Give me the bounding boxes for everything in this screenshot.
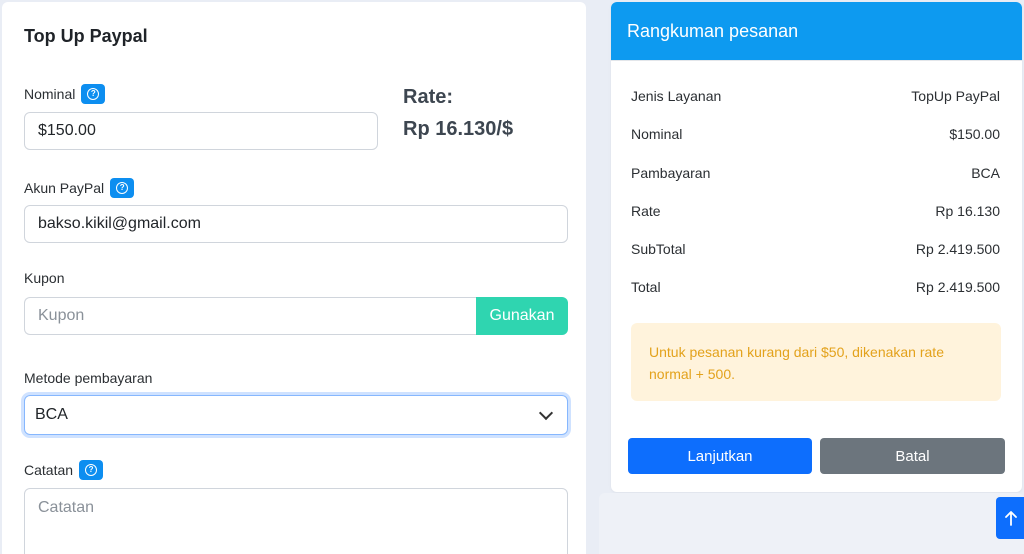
summary-row-value: Rp 2.419.500 (915, 241, 1000, 257)
min-order-alert: Untuk pesanan kurang dari $50, dikenakan… (631, 323, 1001, 401)
summary-row-label: Pambayaran (631, 165, 711, 181)
coupon-label: Kupon (24, 270, 65, 286)
order-summary-card: Rangkuman pesanan Jenis Layanan TopUp Pa… (611, 2, 1022, 492)
nominal-help-icon[interactable]: ? (81, 84, 106, 104)
coupon-input[interactable]: Kupon (24, 297, 476, 335)
summary-row-value: Rp 2.419.500 (915, 279, 1000, 295)
paypal-label: Akun PayPal (24, 180, 105, 196)
coupon-group: Kupon Gunakan (24, 297, 568, 335)
notes-label-group: Catatan ? (24, 460, 104, 480)
notes-help-icon[interactable]: ? (79, 460, 104, 480)
secondary-card (599, 493, 1024, 554)
payment-method-select[interactable]: BCA (24, 395, 568, 435)
paypal-email-input[interactable]: bakso.kikil@gmail.com (24, 205, 568, 243)
summary-row-label: SubTotal (631, 241, 686, 257)
nominal-label: Nominal (24, 86, 76, 102)
payment-method-value: BCA (35, 406, 68, 423)
paypal-help-icon[interactable]: ? (110, 178, 135, 198)
apply-coupon-button[interactable]: Gunakan (476, 297, 568, 335)
summary-row-subtotal: SubTotal Rp 2.419.500 (631, 241, 1000, 257)
continue-button[interactable]: Lanjutkan (628, 438, 812, 474)
rate-label: Rate: (403, 86, 454, 108)
summary-row-rate: Rate Rp 16.130 (631, 203, 1000, 219)
summary-row-total: Total Rp 2.419.500 (631, 279, 1000, 295)
notes-textarea[interactable]: Catatan (24, 488, 568, 554)
paypal-label-group: Akun PayPal ? (24, 178, 135, 198)
scroll-to-top-button[interactable] (996, 497, 1024, 539)
notes-label: Catatan (24, 462, 74, 478)
summary-row-value: BCA (971, 165, 1000, 181)
arrow-up-icon (1005, 511, 1017, 526)
nominal-label-group: Nominal ? (24, 84, 106, 104)
form-title: Top Up Paypal (24, 26, 148, 46)
summary-row-value: Rp 16.130 (935, 203, 1000, 219)
rate-value: Rp 16.130/$ (403, 118, 514, 140)
summary-row-payment: Pambayaran BCA (631, 165, 1000, 181)
cancel-button[interactable]: Batal (820, 438, 1005, 474)
payment-method-label: Metode pembayaran (24, 370, 153, 386)
nominal-input[interactable]: $150.00 (24, 112, 378, 150)
summary-row-value: $150.00 (949, 126, 1000, 142)
chevron-down-icon (538, 405, 554, 420)
summary-divider (611, 60, 1022, 61)
summary-row-service: Jenis Layanan TopUp PayPal (631, 88, 1000, 104)
summary-header: Rangkuman pesanan (611, 2, 1022, 60)
summary-row-label: Nominal (631, 126, 683, 142)
topup-form-card: Top Up Paypal Nominal ? $150.00 Rate: Rp… (2, 2, 586, 554)
summary-row-value: TopUp PayPal (911, 88, 1000, 104)
summary-row-nominal: Nominal $150.00 (631, 126, 1000, 142)
summary-row-label: Total (631, 279, 661, 295)
summary-row-label: Jenis Layanan (631, 88, 722, 104)
summary-title: Rangkuman pesanan (627, 20, 799, 41)
summary-row-label: Rate (631, 203, 661, 219)
